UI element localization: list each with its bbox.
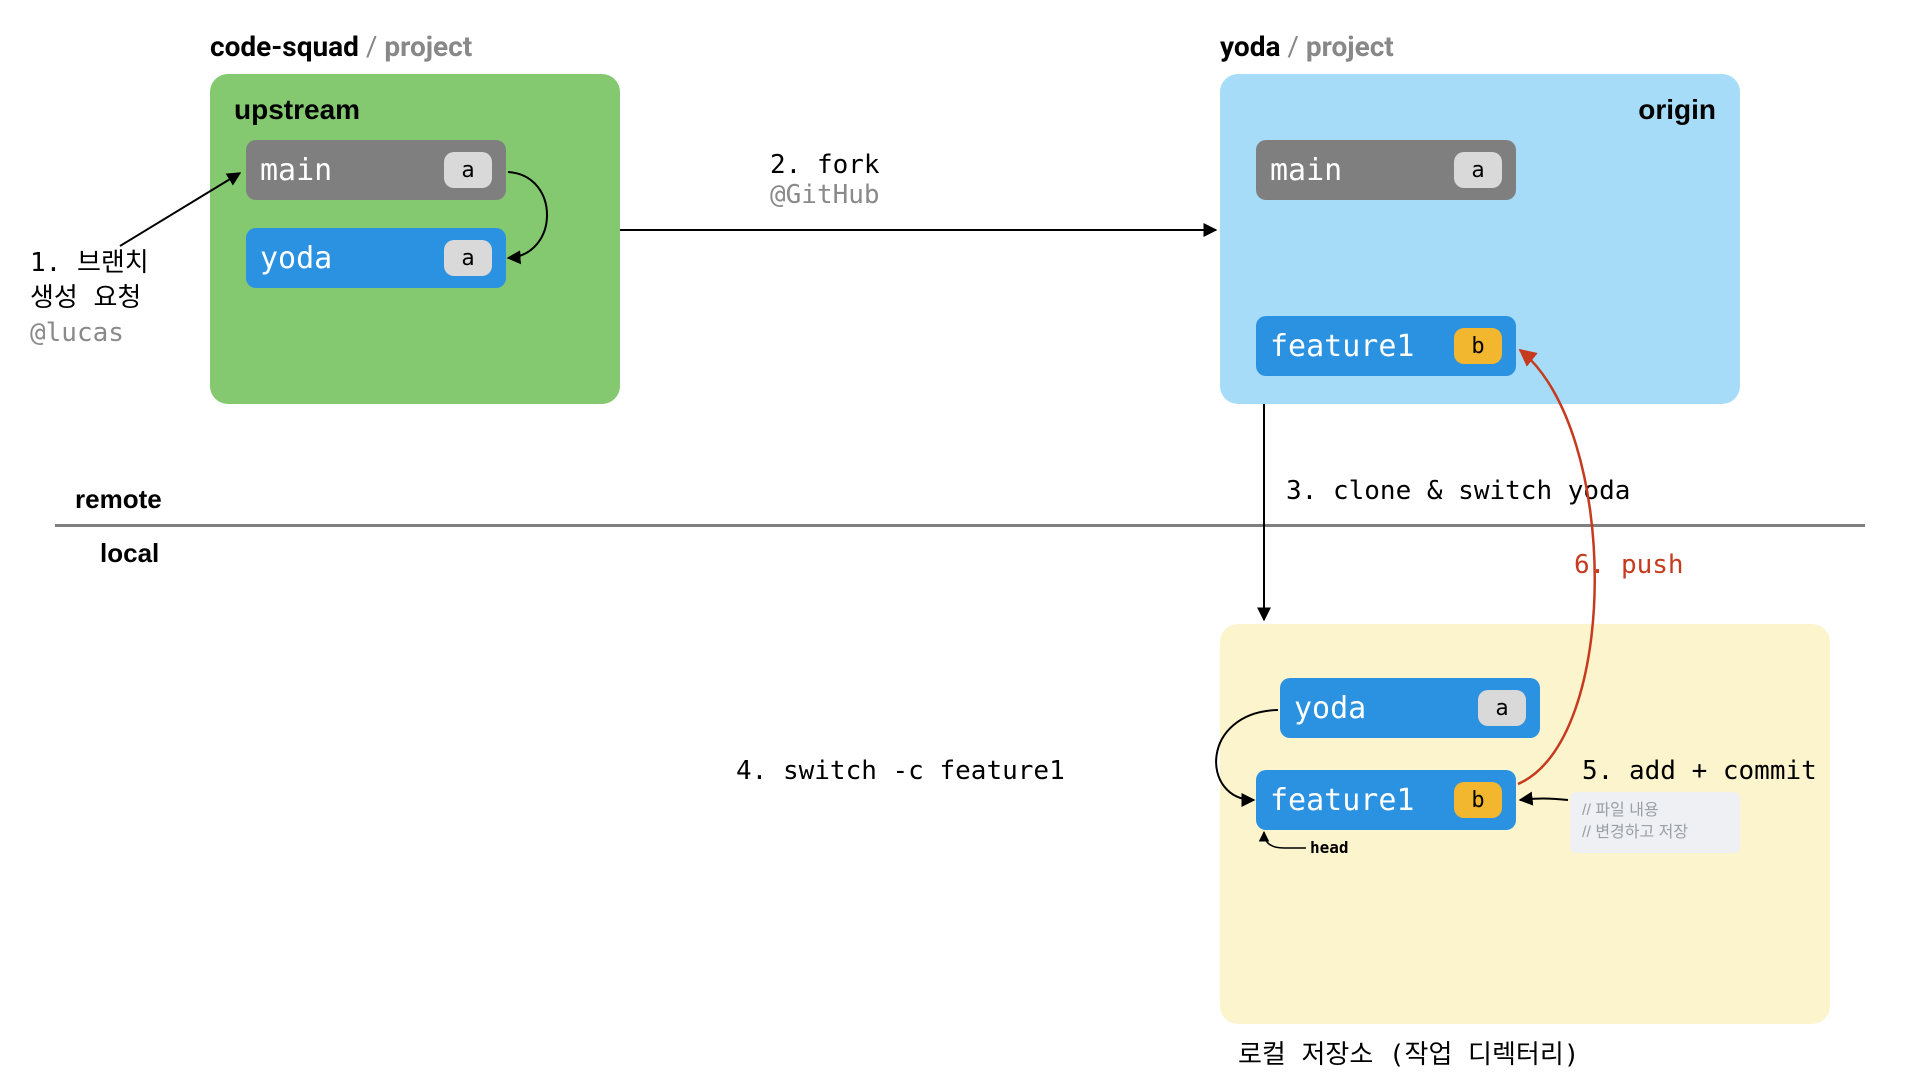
- arrow-switch-c: [1216, 710, 1278, 800]
- arrow-main-to-yoda: [508, 172, 547, 258]
- diagram-stage: code-squad / project upstream main a yod…: [0, 0, 1920, 1080]
- connectors-svg: [0, 0, 1920, 1080]
- arrow-add-commit: [1520, 799, 1568, 801]
- arrow-step1: [120, 173, 240, 246]
- arrow-push: [1518, 350, 1595, 784]
- arrow-head: [1264, 832, 1284, 848]
